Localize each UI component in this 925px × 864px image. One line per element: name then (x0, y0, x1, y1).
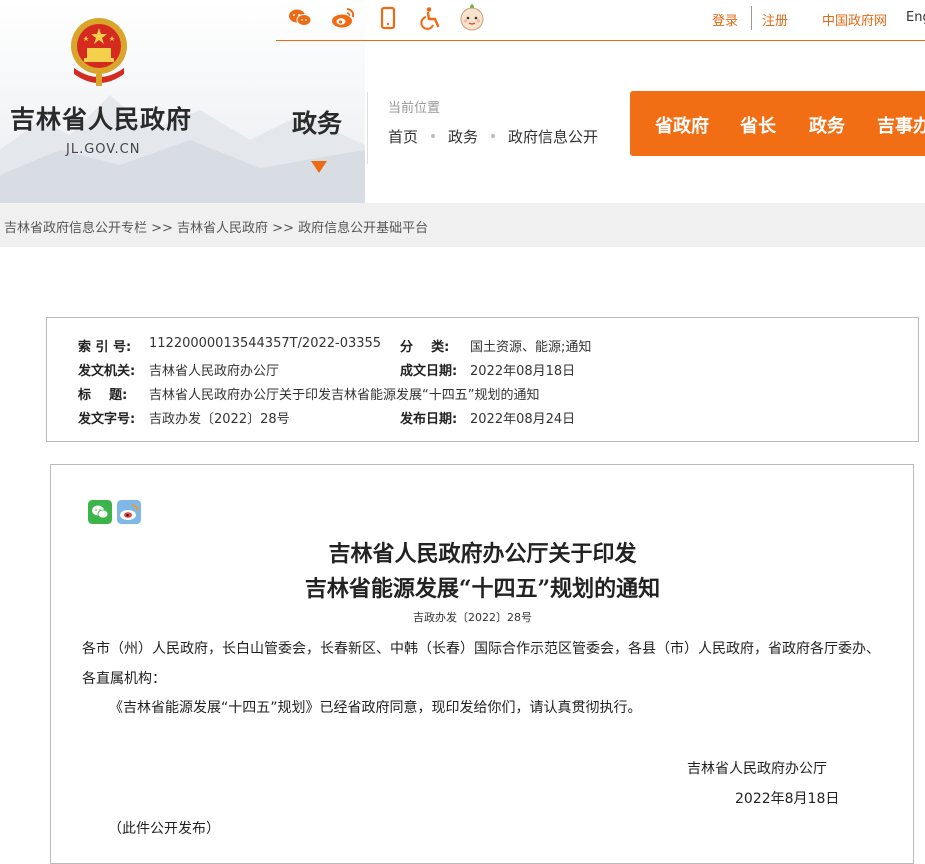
register-link[interactable]: 注册 (762, 10, 788, 29)
top-link-divider (751, 6, 752, 30)
index-number-label: 索 引 号: (78, 336, 131, 355)
article-title-line-2: 吉林省能源发展“十四五”规划的通知 (20, 571, 925, 603)
weibo-share-icon[interactable] (117, 500, 141, 524)
weibo-icon[interactable] (330, 5, 356, 31)
wechat-icon[interactable] (287, 5, 313, 31)
mobile-icon[interactable] (375, 5, 401, 31)
publish-date-label: 发布日期: (400, 408, 457, 427)
section-title: 政务 (292, 104, 342, 140)
written-date-value: 2022年08月18日 (470, 360, 575, 379)
location-trail: 首页 政务 政府信息公开 (388, 126, 598, 147)
english-link[interactable]: Eng (906, 10, 925, 25)
site-domain: JL.GOV.CN (66, 142, 140, 157)
mascot-icon[interactable] (458, 2, 486, 32)
recipients-line-2: 各直属机构： (82, 668, 166, 688)
location-label: 当前位置 (388, 97, 440, 116)
breadcrumb-text[interactable]: 吉林省政府信息公开专栏 >> 吉林省人民政府 >> 政府信息公开基础平台 (4, 217, 428, 236)
signature-date: 2022年8月18日 (735, 788, 839, 808)
publish-date-value: 2022年08月24日 (470, 408, 575, 427)
gov-cn-link[interactable]: 中国政府网 (822, 10, 887, 29)
title-label: 标 题: (78, 384, 127, 403)
login-link[interactable]: 登录 (712, 10, 738, 29)
site-header: 吉林省人民政府 JL.GOV.CN 政务 登录 注册 中国政府网 Eng 当前位… (0, 0, 925, 203)
issuer-value: 吉林省人民政府办公厅 (149, 360, 279, 379)
publication-note: （此件公开发布） (108, 818, 220, 838)
header-divider (367, 92, 368, 164)
written-date-label: 成文日期: (400, 360, 457, 379)
national-emblem-icon (66, 16, 132, 88)
recipients-line-1: 各市（州）人民政府，长白山管委会，长春新区、中韩（长春）国际合作示范区管委会，各… (82, 638, 880, 658)
site-name[interactable]: 吉林省人民政府 (10, 100, 192, 136)
index-number-value: 11220000013544357T/2022-03355 (149, 336, 381, 351)
wechat-share-icon[interactable] (88, 500, 112, 524)
location-separator (491, 134, 495, 138)
accessibility-icon[interactable] (418, 5, 444, 31)
title-value: 吉林省人民政府办公厅关于印发吉林省能源发展“十四五”规划的通知 (149, 384, 539, 403)
issuer-label: 发文机关: (78, 360, 135, 379)
doc-number-label: 发文字号: (78, 408, 135, 427)
article-doc-number: 吉政办发〔2022〕28号 (0, 609, 925, 625)
location-info-disclosure-link[interactable]: 政府信息公开 (508, 128, 598, 146)
article-title-line-1: 吉林省人民政府办公厅关于印发 (20, 536, 925, 568)
nav-item-gov-affairs[interactable]: 政务 (809, 112, 845, 138)
nav-item-governor[interactable]: 省长 (740, 112, 776, 138)
category-value: 国土资源、能源;通知 (470, 336, 591, 355)
main-nav: 省政府 省长 政务 吉事办 (630, 91, 925, 156)
doc-number-value: 吉政办发〔2022〕28号 (149, 408, 290, 427)
nav-item-jishiban[interactable]: 吉事办 (877, 112, 925, 138)
article-body: 《吉林省能源发展“十四五”规划》已经省政府同意，现印发给你们，请认真贯彻执行。 (109, 697, 642, 717)
location-home-link[interactable]: 首页 (388, 128, 418, 146)
nav-item-provincial-government[interactable]: 省政府 (655, 112, 709, 138)
location-separator (431, 134, 435, 138)
breadcrumb: 吉林省政府信息公开专栏 >> 吉林省人民政府 >> 政府信息公开基础平台 (0, 203, 925, 247)
location-gov-affairs-link[interactable]: 政务 (448, 128, 478, 146)
category-label: 分 类: (400, 336, 449, 355)
section-arrow-icon (311, 161, 327, 173)
signature: 吉林省人民政府办公厅 (687, 758, 827, 778)
